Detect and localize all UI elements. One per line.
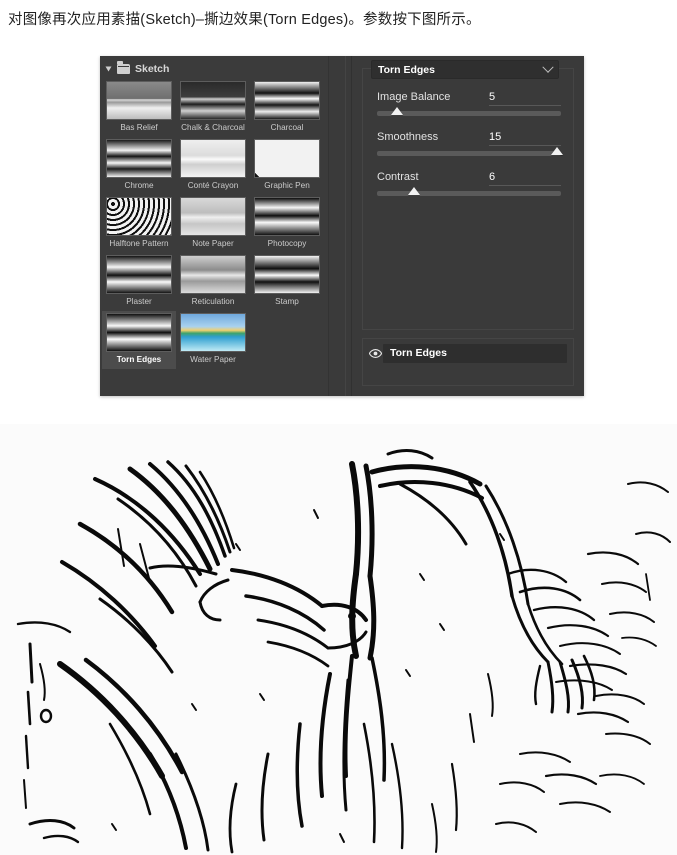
filter-thumbnail [106, 255, 172, 294]
filter-thumbnail [106, 197, 172, 236]
filter-group-label: Sketch [135, 62, 170, 75]
parameter-label: Contrast [377, 171, 419, 183]
filter-thumbnail [106, 139, 172, 178]
filter-item-label: Plaster [126, 297, 152, 306]
triangle-down-icon[interactable] [105, 66, 112, 71]
filter-item-label: Graphic Pen [264, 181, 310, 190]
filter-item-chalk-charcoal[interactable]: Chalk & Charcoal [176, 79, 250, 137]
filter-group-header[interactable]: Sketch [100, 56, 328, 77]
filter-controls-panel: Torn Edges Image Balance 5 Smoothness 15 Con… [352, 56, 584, 396]
filter-gallery-list[interactable]: Sketch Bas Relief Chalk & Charcoal Charcoa… [100, 56, 328, 396]
parameter-slider[interactable] [377, 107, 561, 116]
filter-select-value: Torn Edges [378, 63, 435, 76]
filter-item-plaster[interactable]: Plaster [102, 253, 176, 311]
filter-item-cont-crayon[interactable]: Conté Crayon [176, 137, 250, 195]
layer-name[interactable]: Torn Edges [383, 344, 567, 363]
filter-thumbnail [180, 81, 246, 120]
filter-item-label: Stamp [275, 297, 299, 306]
parameter-label: Smoothness [377, 131, 439, 143]
filter-thumbnail [180, 197, 246, 236]
filter-thumbnail [106, 313, 172, 352]
filter-item-halftone-pattern[interactable]: Halftone Pattern [102, 195, 176, 253]
filter-item-water-paper[interactable]: Water Paper [176, 311, 250, 369]
filter-thumbnail [180, 255, 246, 294]
parameters-box: Torn Edges Image Balance 5 Smoothness 15 Con… [362, 60, 574, 330]
filter-item-chrome[interactable]: Chrome [102, 137, 176, 195]
filter-thumbnail [254, 81, 320, 120]
filter-thumbnail [106, 81, 172, 120]
filter-item-bas-relief[interactable]: Bas Relief [102, 79, 176, 137]
filter-thumbnail [180, 313, 246, 352]
eye-icon[interactable] [367, 349, 383, 358]
chevron-down-icon [542, 61, 554, 73]
filter-item-label: Bas Relief [120, 123, 158, 132]
filter-item-label: Chrome [124, 181, 154, 190]
filter-item-label: Chalk & Charcoal [181, 123, 245, 132]
torn-edges-sketch-result [0, 424, 677, 855]
slider-thumb[interactable] [407, 187, 420, 195]
parameter-label: Image Balance [377, 91, 451, 103]
filter-item-note-paper[interactable]: Note Paper [176, 195, 250, 253]
parameter-value-input[interactable]: 15 [489, 131, 561, 146]
filter-item-graphic-pen[interactable]: Graphic Pen [250, 137, 324, 195]
layer-row[interactable]: Torn Edges [367, 344, 567, 363]
layers-box: Torn Edges [362, 338, 574, 386]
filter-item-charcoal[interactable]: Charcoal [250, 79, 324, 137]
filter-grid: Bas Relief Chalk & Charcoal Charcoal Chrome… [100, 77, 328, 369]
filter-item-label: Halftone Pattern [109, 239, 169, 248]
filter-thumbnail [254, 139, 320, 178]
parameter-row: Smoothness 15 [377, 131, 564, 156]
folder-icon [117, 61, 130, 74]
filter-item-label: Water Paper [190, 355, 236, 364]
filter-item-reticulation[interactable]: Reticulation [176, 253, 250, 311]
filter-select[interactable]: Torn Edges [371, 60, 559, 79]
filter-item-torn-edges[interactable]: Torn Edges [102, 311, 176, 369]
filter-item-label: Reticulation [191, 297, 235, 306]
parameter-value-input[interactable]: 5 [489, 91, 561, 106]
slider-thumb[interactable] [391, 107, 404, 115]
filter-thumbnail [254, 197, 320, 236]
parameter-row: Contrast 6 [377, 171, 561, 196]
filter-item-photocopy[interactable]: Photocopy [250, 195, 324, 253]
slider-thumb[interactable] [551, 147, 564, 155]
filter-thumbnail [254, 255, 320, 294]
parameter-row: Image Balance 5 [377, 91, 561, 116]
filter-item-stamp[interactable]: Stamp [250, 253, 324, 311]
filter-item-label: Torn Edges [116, 355, 162, 364]
filter-item-label: Charcoal [270, 123, 304, 132]
parameter-value-input[interactable]: 6 [489, 171, 561, 186]
filter-item-label: Conté Crayon [187, 181, 239, 190]
filter-thumbnail [180, 139, 246, 178]
filter-item-label: Note Paper [192, 239, 234, 248]
parameter-slider[interactable] [377, 147, 564, 156]
parameter-list: Image Balance 5 Smoothness 15 Contrast 6 [363, 69, 573, 196]
page-caption: 对图像再次应用素描(Sketch)–撕边效果(Torn Edges)。参数按下图… [8, 12, 481, 28]
filter-item-label: Photocopy [267, 239, 307, 248]
panel-divider [328, 56, 352, 396]
parameter-slider[interactable] [377, 187, 561, 196]
filter-gallery-dialog: Sketch Bas Relief Chalk & Charcoal Charcoa… [100, 56, 584, 396]
